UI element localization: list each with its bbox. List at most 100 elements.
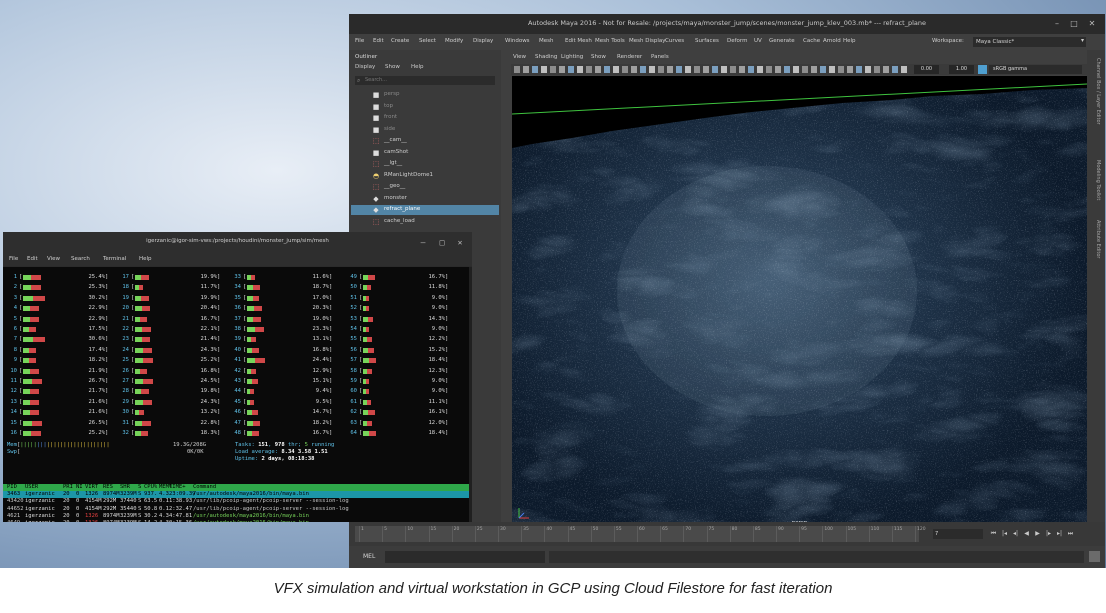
minimize-icon[interactable]: – (417, 237, 429, 249)
outliner-item[interactable]: ■ camShot (351, 148, 499, 158)
toolbar-button-icon[interactable] (865, 66, 871, 73)
menu-windows[interactable]: Windows (505, 38, 530, 44)
script-editor-icon[interactable] (1089, 551, 1100, 562)
menu-curves[interactable]: Curves (665, 38, 684, 44)
process-column-header[interactable]: PRI (63, 484, 73, 491)
process-column-header[interactable]: NI (76, 484, 83, 491)
process-column-header[interactable]: S (138, 484, 141, 491)
terminal-menu-edit[interactable]: Edit (27, 256, 38, 262)
close-icon[interactable]: ✕ (454, 237, 466, 249)
menu-display[interactable]: Display (473, 38, 493, 44)
menu-file[interactable]: File (355, 38, 364, 44)
step-back-frame-icon[interactable]: ◂| (1011, 528, 1020, 539)
menu-arnold[interactable]: Arnold (823, 38, 841, 44)
toolbar-button-icon[interactable] (730, 66, 736, 73)
terminal-menu-terminal[interactable]: Terminal (103, 256, 126, 262)
viewport-menu-show[interactable]: Show (591, 54, 606, 60)
chevron-down-icon[interactable]: ▾ (1081, 37, 1084, 44)
outliner-search-input[interactable]: Search... (355, 76, 495, 85)
menu-surfaces[interactable]: Surfaces (695, 38, 719, 44)
process-column-header[interactable]: Command (193, 484, 216, 491)
toolbar-button-icon[interactable] (694, 66, 700, 73)
toolbar-button-icon[interactable] (658, 66, 664, 73)
exposure-field[interactable]: 0.00 (914, 65, 939, 74)
process-column-header[interactable]: PID (7, 484, 17, 491)
toolbar-button-icon[interactable] (748, 66, 754, 73)
terminal-menu-view[interactable]: View (47, 256, 60, 262)
table-row[interactable]: 4649 igerzanic 20 0 1326 8974M3239MS14.24.30:… (3, 520, 472, 522)
toolbar-button-icon[interactable] (568, 66, 574, 73)
toolbar-button-icon[interactable] (712, 66, 718, 73)
toolbar-button-icon[interactable] (874, 66, 880, 73)
toolbar-button-icon[interactable] (613, 66, 619, 73)
viewport-menu-view[interactable]: View (513, 54, 526, 60)
toolbar-button-icon[interactable] (703, 66, 709, 73)
viewport-menu-renderer[interactable]: Renderer (617, 54, 642, 60)
toolbar-button-icon[interactable] (820, 66, 826, 73)
outliner-item[interactable]: ■ top (351, 102, 499, 112)
gamma-field[interactable]: 1.00 (949, 65, 974, 74)
menu-edit[interactable]: Edit (373, 38, 384, 44)
minimize-icon[interactable]: – (1051, 18, 1063, 30)
viewport-menu-panels[interactable]: Panels (651, 54, 669, 60)
toolbar-button-icon[interactable] (514, 66, 520, 73)
toolbar-button-icon[interactable] (622, 66, 628, 73)
toolbar-button-icon[interactable] (829, 66, 835, 73)
table-row[interactable]: 3463 igerzanic 20 0 1326 8974M 3239M S 937. 4.3 23… (3, 491, 472, 498)
toolbar-button-icon[interactable] (541, 66, 547, 73)
toolbar-button-icon[interactable] (892, 66, 898, 73)
toolbar-button-icon[interactable] (640, 66, 646, 73)
play-backwards-icon[interactable]: ◀ (1022, 528, 1031, 539)
play-forwards-icon[interactable]: ▶ (1033, 528, 1042, 539)
viewport-menu-shading[interactable]: Shading (535, 54, 557, 60)
table-row[interactable]: 44652 igerzanic 20 0 4154M 292M 35440 S 50.8 0.1 2… (3, 506, 472, 513)
menu-create[interactable]: Create (391, 38, 409, 44)
toolbar-button-icon[interactable] (847, 66, 853, 73)
toolbar-button-icon[interactable] (685, 66, 691, 73)
menu-select[interactable]: Select (419, 38, 436, 44)
menu-mesh-display[interactable]: Mesh Display (629, 38, 666, 44)
toolbar-button-icon[interactable] (739, 66, 745, 73)
toolbar-button-icon[interactable] (901, 66, 907, 73)
step-forward-key-icon[interactable]: ▸| (1055, 528, 1064, 539)
workspace-select[interactable]: Maya Classic* (973, 37, 1086, 47)
toolbar-button-icon[interactable] (793, 66, 799, 73)
go-to-start-icon[interactable]: ⏮ (989, 528, 998, 539)
step-back-key-icon[interactable]: |◂ (1000, 528, 1009, 539)
toolbar-button-icon[interactable] (883, 66, 889, 73)
toolbar-button-icon[interactable] (784, 66, 790, 73)
outliner-item[interactable]: ■ persp (351, 90, 499, 100)
colorspace-select[interactable]: sRGB gamma (989, 65, 1082, 74)
terminal-menu-file[interactable]: File (9, 256, 18, 262)
toolbar-button-icon[interactable] (595, 66, 601, 73)
toolbar-button-icon[interactable] (550, 66, 556, 73)
toolbar-button-icon[interactable] (811, 66, 817, 73)
terminal-menu-search[interactable]: Search (71, 256, 90, 262)
toolbar-button-icon[interactable] (757, 66, 763, 73)
current-frame-field[interactable]: 7 (933, 529, 983, 539)
menu-mesh-tools[interactable]: Mesh Tools (595, 38, 625, 44)
maximize-icon[interactable]: □ (1068, 18, 1080, 30)
toolbar-button-icon[interactable] (577, 66, 583, 73)
close-icon[interactable]: ✕ (1086, 18, 1098, 30)
menu-help[interactable]: Help (843, 38, 856, 44)
toolbar-button-icon[interactable] (667, 66, 673, 73)
mel-input[interactable] (385, 551, 545, 563)
toolbar-button-icon[interactable] (586, 66, 592, 73)
menu-edit-mesh[interactable]: Edit Mesh (565, 38, 592, 44)
process-table-header[interactable]: PID USER PRI NI VIRT RES SHR S CPU% MEM% TIME+ Comm… (3, 484, 472, 491)
process-column-header[interactable]: CPU% (144, 484, 157, 491)
process-column-header[interactable]: SHR (120, 484, 130, 491)
toolbar-button-icon[interactable] (649, 66, 655, 73)
viewport-3d[interactable]: persp (512, 76, 1087, 533)
toolbar-button-icon[interactable] (802, 66, 808, 73)
mel-label[interactable]: MEL (363, 553, 375, 560)
table-row[interactable]: 4621 igerzanic 20 0 1326 8974M 3239M S 30.2 4.3 4:… (3, 513, 472, 520)
outliner-item[interactable]: ⬚ __geo__ (351, 182, 499, 192)
menu-cache[interactable]: Cache (803, 38, 820, 44)
toolbar-button-icon[interactable] (775, 66, 781, 73)
htop-output[interactable]: 1[25.4%] 2[25.3%] 3[30.2%] 4[22.9%] 5[22.9%]… (3, 267, 472, 522)
outliner-menu-help[interactable]: Help (411, 64, 424, 70)
side-tab-label[interactable]: Channel Box / Layer Editor (1091, 58, 1101, 125)
toolbar-button-icon[interactable] (766, 66, 772, 73)
